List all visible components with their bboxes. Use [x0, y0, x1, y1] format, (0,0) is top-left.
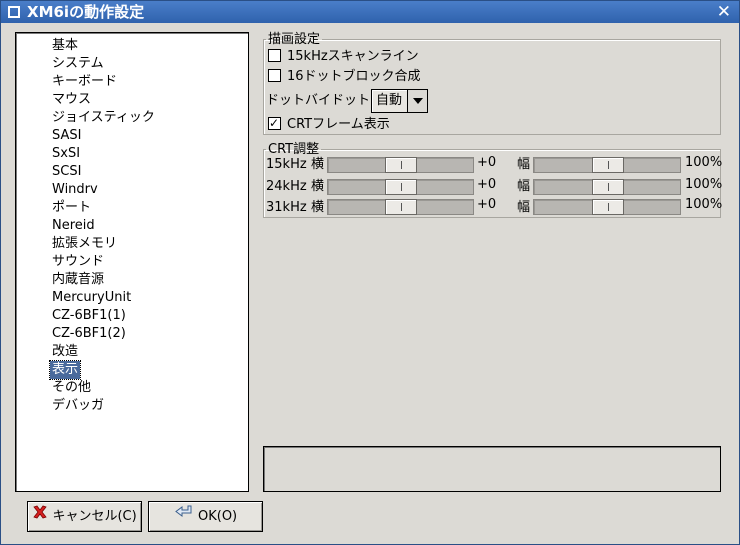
block-16dot-checkbox[interactable] — [268, 69, 281, 82]
scanline-15khz-checkbox-row[interactable]: 15kHzスキャンライン — [268, 47, 419, 67]
horizontal-value: +0 — [477, 155, 497, 170]
crt-freq-label: 15kHz — [266, 157, 307, 172]
block-16dot-label: 16ドットブロック合成 — [287, 69, 421, 84]
scanline-15khz-checkbox[interactable] — [268, 49, 281, 62]
tree-item-cz6bf1-1[interactable]: CZ-6BF1(1) — [50, 307, 128, 325]
block-16dot-checkbox-row[interactable]: 16ドットブロック合成 — [268, 67, 421, 87]
message-area — [263, 446, 721, 492]
crt-width-label: 幅 — [517, 157, 531, 172]
dot-by-dot-select[interactable]: 自動 — [371, 89, 428, 113]
crt-horizontal-label: 横 — [311, 157, 325, 172]
tree-item-keyboard[interactable]: キーボード — [50, 73, 119, 91]
tree-item-sound[interactable]: サウンド — [50, 253, 106, 271]
tree-item-cz6bf1-2[interactable]: CZ-6BF1(2) — [50, 325, 128, 343]
tree-item-display[interactable]: 表示 — [48, 360, 82, 380]
title-bar[interactable]: XM6iの動作設定 ✕ — [1, 1, 739, 23]
dropdown-arrow-icon[interactable] — [407, 90, 427, 112]
tree-item-joystick[interactable]: ジョイスティック — [50, 109, 157, 127]
width-value: 100% — [685, 155, 723, 170]
close-icon[interactable]: ✕ — [717, 2, 731, 22]
category-tree[interactable]: 基本 システム キーボード マウス ジョイスティック SASI SxSI SCS… — [15, 32, 249, 492]
slider-thumb[interactable] — [592, 199, 624, 215]
horizontal-value: +0 — [477, 177, 497, 192]
horizontal-slider[interactable] — [327, 199, 474, 215]
window-title: XM6iの動作設定 — [27, 3, 145, 21]
crt-frame-label: CRTフレーム表示 — [287, 117, 390, 132]
slider-thumb[interactable] — [385, 199, 417, 215]
settings-dialog: XM6iの動作設定 ✕ 基本 システム キーボード マウス ジョイスティック S… — [0, 0, 740, 545]
tree-item-sasi[interactable]: SASI — [50, 127, 83, 145]
tree-item-scsi[interactable]: SCSI — [50, 163, 83, 181]
horizontal-slider[interactable] — [327, 179, 474, 195]
tree-item-sxsi[interactable]: SxSI — [50, 145, 82, 163]
window-menu-icon[interactable] — [8, 6, 20, 18]
drawing-settings-legend: 描画設定 — [268, 32, 321, 47]
tree-item-internal-sound[interactable]: 内蔵音源 — [50, 271, 106, 289]
tree-item-basic[interactable]: 基本 — [50, 37, 80, 55]
crt-horizontal-label: 横 — [311, 200, 325, 215]
scanline-15khz-label: 15kHzスキャンライン — [287, 49, 419, 64]
horizontal-value: +0 — [477, 197, 497, 212]
cancel-button-label: キャンセル(C) — [52, 509, 137, 524]
crt-frame-checkbox[interactable] — [268, 114, 281, 132]
horizontal-slider[interactable] — [327, 157, 474, 173]
dot-by-dot-label: ドットバイドット — [266, 93, 371, 108]
crt-horizontal-label: 横 — [311, 179, 325, 194]
width-value: 100% — [685, 177, 723, 192]
crt-freq-label: 31kHz — [266, 200, 307, 215]
slider-thumb[interactable] — [592, 179, 624, 195]
tree-item-mouse[interactable]: マウス — [50, 91, 93, 109]
slider-thumb[interactable] — [385, 157, 417, 173]
ok-button[interactable]: OK(O) — [148, 501, 263, 532]
dot-by-dot-value: 自動 — [376, 93, 403, 108]
crt-width-label: 幅 — [517, 200, 531, 215]
tree-item-debugger[interactable]: デバッガ — [50, 397, 106, 415]
enter-arrow-icon — [174, 502, 194, 531]
crt-width-label: 幅 — [517, 179, 531, 194]
tree-item-other[interactable]: その他 — [50, 379, 93, 397]
slider-thumb[interactable] — [385, 179, 417, 195]
slider-thumb[interactable] — [592, 157, 624, 173]
red-x-icon — [32, 502, 48, 531]
width-slider[interactable] — [533, 179, 681, 195]
width-slider[interactable] — [533, 199, 681, 215]
tree-item-port[interactable]: ポート — [50, 199, 93, 217]
tree-item-nereid[interactable]: Nereid — [50, 217, 97, 235]
width-value: 100% — [685, 197, 723, 212]
tree-item-system[interactable]: システム — [50, 55, 106, 73]
ok-button-label: OK(O) — [198, 509, 238, 524]
tree-item-ext-memory[interactable]: 拡張メモリ — [50, 235, 119, 253]
crt-freq-label: 24kHz — [266, 179, 307, 194]
tree-item-windrv[interactable]: Windrv — [50, 181, 100, 199]
cancel-button[interactable]: キャンセル(C) — [27, 501, 142, 532]
tree-item-mercury[interactable]: MercuryUnit — [50, 289, 133, 307]
width-slider[interactable] — [533, 157, 681, 173]
tree-item-modification[interactable]: 改造 — [50, 343, 80, 361]
crt-frame-checkbox-row[interactable]: CRTフレーム表示 — [268, 114, 390, 135]
